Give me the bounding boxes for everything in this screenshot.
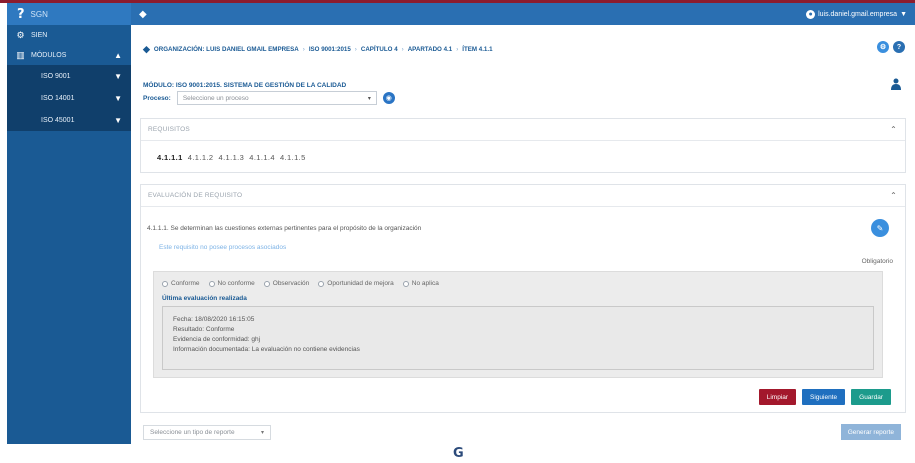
app-logo-icon: ?: [17, 6, 25, 22]
action-buttons: Limpiar Siguiente Guardar: [758, 389, 891, 405]
evaluacion-title: EVALUACIÓN DE REQUISITO: [148, 192, 243, 199]
chevron-down-icon: ▾: [367, 95, 371, 102]
chevron-up-icon: ▲: [114, 50, 122, 60]
radio-observacion[interactable]: Observación: [263, 280, 310, 287]
no-process-notice: Este requisito no posee procesos asociad…: [159, 244, 287, 251]
app-brand[interactable]: ? SGN: [7, 3, 131, 25]
breadcrumb-item[interactable]: ISO 9001:2015: [309, 46, 351, 53]
requisito-item[interactable]: 4.1.1.5: [280, 153, 306, 162]
top-actions: ⚙ ?: [877, 41, 905, 53]
radio-icon: [263, 280, 270, 287]
sidebar-subitem-iso9001[interactable]: ISO 9001 ▼: [7, 65, 131, 87]
gear-icon: ⚙: [16, 29, 25, 40]
breadcrumb-separator: ›: [456, 46, 459, 53]
sidebar-item-modulos[interactable]: ▥ MÓDULOS ▲: [7, 45, 131, 65]
requisito-text: 4.1.1.1. Se determinan las cuestiones ex…: [147, 225, 422, 232]
radio-no-aplica[interactable]: No aplica: [402, 280, 439, 287]
radio-label: Conforme: [171, 280, 200, 287]
sidebar: ? SGN ⚙ SIEN ▥ MÓDULOS ▲ ISO 9001 ▼ ISO …: [7, 3, 131, 444]
edit-icon[interactable]: ✎: [871, 219, 889, 237]
radio-label: No aplica: [411, 280, 439, 287]
chevron-up-icon[interactable]: ⌃: [890, 191, 897, 200]
page-title: MÓDULO: ISO 9001:2015. SISTEMA DE GESTIÓ…: [143, 82, 347, 89]
radio-label: Oportunidad de mejora: [327, 280, 394, 287]
main-content: ◆ ORGANIZACIÓN: LUIS DANIEL GMAIL EMPRES…: [131, 25, 915, 444]
user-menu[interactable]: ● luis.daniel.gmail.empresa ▼: [806, 9, 907, 19]
radio-icon: [208, 280, 215, 287]
sidebar-item-sien[interactable]: ⚙ SIEN: [7, 25, 131, 45]
back-arrow-icon[interactable]: ◆: [143, 44, 150, 55]
sidebar-subitem-iso14001[interactable]: ISO 14001 ▼: [7, 87, 131, 109]
proceso-row: Proceso: Seleccione un proceso ▾ ◉: [143, 91, 395, 105]
requisito-item[interactable]: 4.1.1.2: [188, 153, 214, 162]
footer-logo-icon: G: [453, 446, 464, 461]
help-icon[interactable]: ?: [893, 41, 905, 53]
reporte-select[interactable]: Seleccione un tipo de reporte ▾: [143, 425, 271, 440]
requisitos-list: 4.1.1.1 4.1.1.2 4.1.1.3 4.1.1.4 4.1.1.5: [157, 153, 306, 162]
guardar-button[interactable]: Guardar: [851, 389, 891, 405]
sidebar-item-label: MÓDULOS: [31, 51, 67, 59]
radio-oportunidad-mejora[interactable]: Oportunidad de mejora: [318, 280, 394, 287]
evaluacion-options: Conforme No conforme Observación Oportun…: [162, 280, 439, 287]
chevron-down-icon: ▼: [114, 93, 122, 103]
radio-icon: [318, 280, 325, 287]
detail-line: Información documentada: La evaluación n…: [173, 346, 360, 353]
sidebar-item-label: SIEN: [31, 31, 48, 39]
evaluacion-header[interactable]: EVALUACIÓN DE REQUISITO ⌃: [141, 185, 905, 207]
radio-icon: [402, 280, 409, 287]
breadcrumb-item[interactable]: ORGANIZACIÓN: LUIS DANIEL GMAIL EMPRESA: [154, 46, 299, 53]
generar-reporte-button[interactable]: Generar reporte: [840, 424, 901, 440]
requisito-item[interactable]: 4.1.1.4: [249, 153, 275, 162]
breadcrumb-item[interactable]: APARTADO 4.1: [408, 46, 452, 53]
chevron-down-icon: ▼: [114, 115, 122, 125]
menu-toggle-icon[interactable]: ◆: [139, 9, 147, 20]
requisito-item[interactable]: 4.1.1.1: [157, 153, 183, 162]
siguiente-button[interactable]: Siguiente: [802, 389, 846, 405]
chevron-down-icon: ▾: [260, 430, 264, 436]
user-avatar-icon: ●: [806, 9, 816, 19]
breadcrumb: ◆ ORGANIZACIÓN: LUIS DANIEL GMAIL EMPRES…: [143, 44, 493, 55]
sidebar-subitem-iso45001[interactable]: ISO 45001 ▼: [7, 109, 131, 131]
sidebar-subitem-label: ISO 14001: [41, 94, 75, 102]
app-name: SGN: [30, 9, 48, 19]
radio-label: Observación: [272, 280, 310, 287]
limpiar-button[interactable]: Limpiar: [758, 389, 797, 405]
chevron-up-icon[interactable]: ⌃: [890, 125, 897, 134]
ultima-evaluacion-label: Última evaluación realizada: [162, 295, 247, 302]
requisitos-title: REQUISITOS: [148, 126, 190, 133]
breadcrumb-item[interactable]: CAPÍTULO 4: [361, 46, 398, 53]
user-icon[interactable]: [891, 78, 901, 90]
proceso-select-value: Seleccione un proceso: [182, 94, 249, 102]
requisitos-panel: REQUISITOS ⌃ 4.1.1.1 4.1.1.2 4.1.1.3 4.1…: [140, 118, 906, 173]
evaluacion-box: Conforme No conforme Observación Oportun…: [153, 271, 883, 378]
chevron-down-icon: ▼: [900, 10, 907, 18]
user-name: luis.daniel.gmail.empresa: [818, 10, 898, 18]
detail-line: Resultado: Conforme: [173, 326, 235, 333]
obligatorio-label: Obligatorio: [861, 258, 893, 265]
requisito-item[interactable]: 4.1.1.3: [219, 153, 245, 162]
proceso-label: Proceso:: [143, 94, 171, 102]
ultima-evaluacion-detail: Fecha: 18/08/2020 16:15:05 Resultado: Co…: [162, 306, 874, 370]
chevron-down-icon: ▼: [114, 71, 122, 81]
radio-no-conforme[interactable]: No conforme: [208, 280, 255, 287]
add-process-icon[interactable]: ◉: [382, 92, 395, 104]
detail-line: Evidencia de conformidad: ghj: [173, 336, 261, 343]
evaluacion-panel: EVALUACIÓN DE REQUISITO ⌃ 4.1.1.1. Se de…: [140, 184, 906, 413]
radio-label: No conforme: [217, 280, 255, 287]
grid-icon: ▥: [16, 49, 25, 60]
sidebar-subitem-label: ISO 9001: [41, 72, 71, 80]
proceso-select[interactable]: Seleccione un proceso ▾: [176, 91, 377, 105]
settings-icon[interactable]: ⚙: [877, 41, 889, 53]
breadcrumb-separator: ›: [354, 46, 357, 53]
detail-line: Fecha: 18/08/2020 16:15:05: [173, 316, 255, 323]
top-bar: ◆ ● luis.daniel.gmail.empresa ▼: [131, 3, 915, 25]
breadcrumb-item[interactable]: ÍTEM 4.1.1: [462, 46, 492, 53]
radio-icon: [162, 280, 168, 287]
sidebar-subitem-label: ISO 45001: [41, 116, 75, 124]
breadcrumb-separator: ›: [401, 46, 404, 53]
radio-conforme[interactable]: Conforme: [162, 280, 200, 287]
reporte-select-value: Seleccione un tipo de reporte: [150, 429, 235, 436]
requisitos-header[interactable]: REQUISITOS ⌃: [141, 119, 905, 141]
breadcrumb-separator: ›: [302, 46, 305, 53]
